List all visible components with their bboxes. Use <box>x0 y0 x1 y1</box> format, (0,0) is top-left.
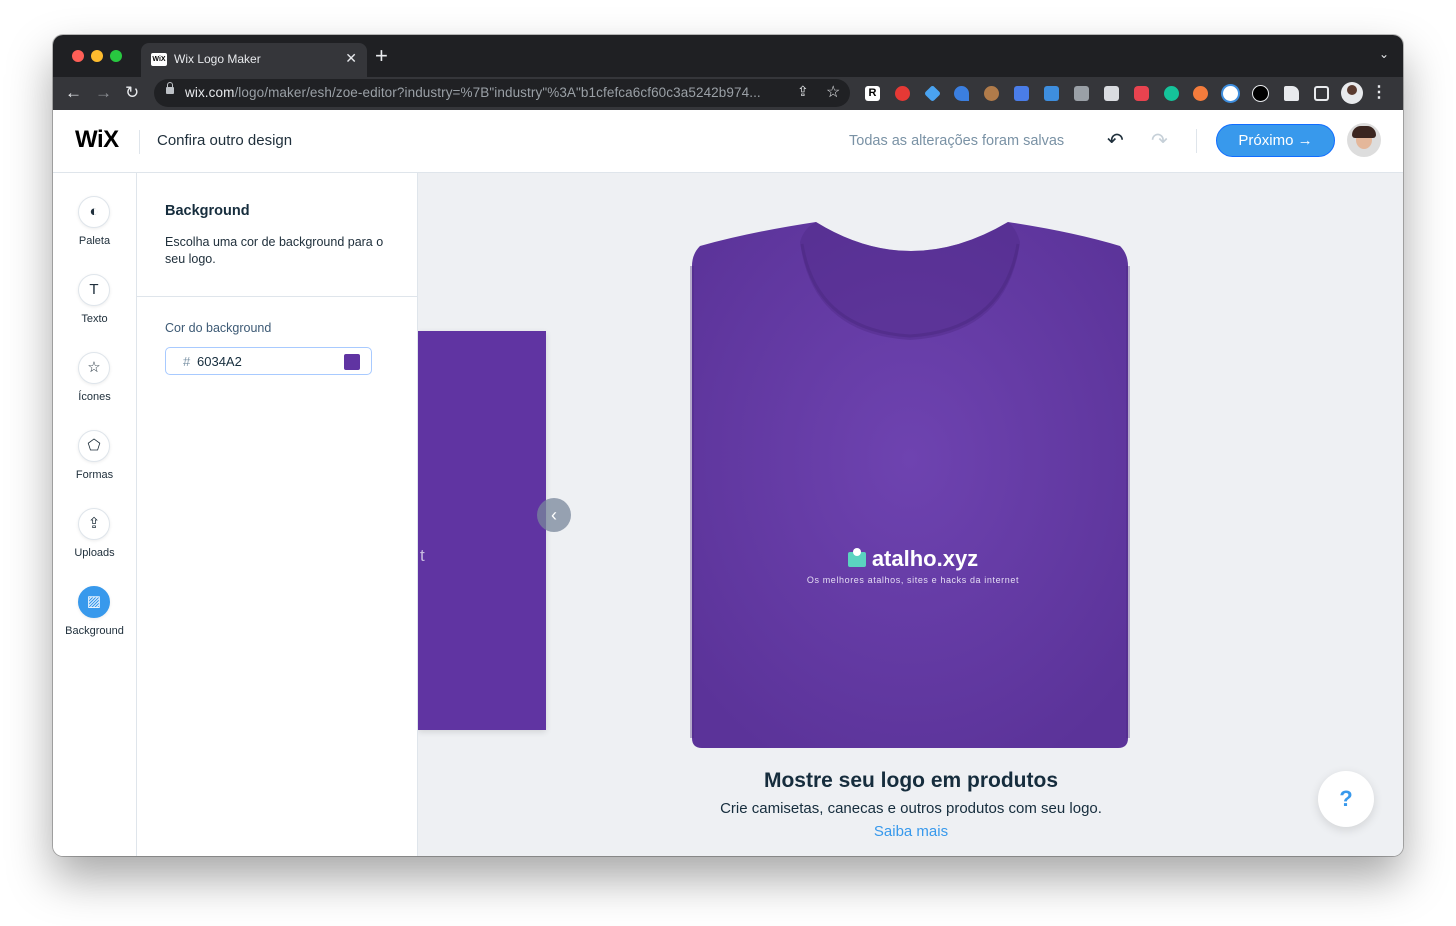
color-swatch[interactable] <box>344 354 360 370</box>
tab-close-icon[interactable]: ✕ <box>345 50 357 67</box>
download-extension-icon[interactable] <box>1044 86 1059 101</box>
sidebar-icon[interactable] <box>1314 86 1329 101</box>
editor-header: WiX Confira outro design Todas as altera… <box>53 110 1403 173</box>
shapes-icon: ⬠ <box>78 430 110 462</box>
logo-tagline: Os melhores atalhos, sites e hacks da in… <box>806 575 1020 585</box>
bookmark-star-icon[interactable]: ☆ <box>826 82 840 102</box>
logo-preview: atalho.xyz Os melhores atalhos, sites e … <box>788 546 1038 585</box>
logo-name: atalho.xyz <box>871 546 979 571</box>
new-tab-button[interactable]: + <box>375 43 388 69</box>
lock-icon <box>166 82 174 94</box>
m-extension-icon[interactable] <box>1074 86 1089 101</box>
rail-item-label: Texto <box>81 313 108 325</box>
block-extension-icon[interactable] <box>1253 86 1268 101</box>
wix-favicon-icon: WiX <box>151 53 167 66</box>
url-text[interactable]: wix.com/logo/maker/esh/zoe-editor?indust… <box>185 85 761 100</box>
rail-item-uploads[interactable]: ⇪ Uploads <box>53 508 136 578</box>
wifi-extension-icon[interactable] <box>954 86 969 101</box>
inbox-icon <box>847 547 866 567</box>
hex-value[interactable]: 6034A2 <box>197 354 242 369</box>
diamond-extension-icon[interactable] <box>924 85 941 102</box>
rail-item-label: Formas <box>75 469 114 481</box>
promo-text: Crie camisetas, canecas e outros produto… <box>720 800 1102 817</box>
tab-search-chevron-icon[interactable]: ⌄ <box>1379 47 1389 61</box>
preview-canvas: t ‹ atalho.xyz Os melhores atalhos, site… <box>418 173 1403 856</box>
rail-item-label: Background <box>65 625 124 637</box>
pocket-extension-icon[interactable] <box>1134 86 1149 101</box>
avatar-hair <box>1352 126 1376 138</box>
rail-item-background[interactable]: ▨ Background <box>53 586 136 656</box>
undo-icon[interactable]: ↶ <box>1107 128 1124 153</box>
wix-logo[interactable]: WiX <box>75 126 119 154</box>
browser-tab[interactable]: WiX Wix Logo Maker ✕ <box>141 43 367 77</box>
rail-item-paleta[interactable]: ◐ Paleta <box>53 196 136 266</box>
rail-item-icones[interactable]: ☆ Ícones <box>53 352 136 422</box>
profile-avatar[interactable] <box>1341 82 1363 104</box>
tab-strip: WiX Wix Logo Maker ✕ + ⌄ <box>53 35 1403 77</box>
browser-toolbar: ← → ↻ wix.com/logo/maker/esh/zoe-editor?… <box>53 77 1403 110</box>
header-title[interactable]: Confira outro design <box>157 132 292 149</box>
save-status: Todas as alterações foram salvas <box>849 133 1065 149</box>
palette-drop-icon: ◐ <box>78 196 110 228</box>
tshirt-mockup <box>690 222 1130 748</box>
learn-more-link[interactable]: Saiba mais <box>618 823 1204 840</box>
header-divider <box>1196 129 1197 153</box>
background-panel: Background Escolha uma cor de background… <box>137 173 418 856</box>
translate-extension-icon[interactable] <box>1014 86 1029 101</box>
pokeball-extension-icon[interactable] <box>895 86 910 101</box>
logo-row: atalho.xyz <box>847 546 979 572</box>
minimize-window-button[interactable] <box>91 50 103 62</box>
hash-prefix: # <box>183 354 191 369</box>
grammarly-extension-icon[interactable] <box>1164 86 1179 101</box>
panel-divider <box>137 296 417 297</box>
readwise-extension-icon[interactable]: R <box>865 86 880 101</box>
previous-mockup-card[interactable]: t <box>418 331 546 730</box>
user-avatar[interactable] <box>1347 123 1381 157</box>
tab-title: Wix Logo Maker <box>174 52 261 66</box>
promo-title: Mostre seu logo em produtos <box>763 769 1059 792</box>
rail-item-label: Paleta <box>78 235 111 247</box>
background-color-input[interactable]: # 6034A2 <box>165 347 372 375</box>
rail-item-label: Ícones <box>78 391 111 403</box>
back-button[interactable]: ← <box>65 81 82 105</box>
redo-icon[interactable]: ↷ <box>1151 128 1168 153</box>
puzzle-extensions-icon[interactable] <box>1284 86 1299 101</box>
ai-extension-icon[interactable] <box>1193 86 1208 101</box>
header-divider <box>139 130 140 154</box>
address-bar[interactable]: wix.com/logo/maker/esh/zoe-editor?indust… <box>154 79 850 107</box>
upload-icon: ⇪ <box>78 508 110 540</box>
previous-mockup-text: t <box>420 546 425 565</box>
menu-icon[interactable]: ⋮ <box>1371 82 1387 102</box>
tool-rail: ◐ Paleta T Texto ☆ Ícones ⬠ Formas ⇪ Upl… <box>53 173 137 856</box>
next-button[interactable]: Próximo → <box>1216 124 1335 157</box>
browser-window: WiX Wix Logo Maker ✕ + ⌄ ← → ↻ wix.com/l… <box>53 35 1403 856</box>
url-domain: wix.com <box>185 85 235 100</box>
help-button[interactable]: ? <box>1318 771 1374 827</box>
previous-arrow-button[interactable]: ‹ <box>537 498 571 532</box>
clock-extension-icon[interactable] <box>1223 86 1238 101</box>
monkey-extension-icon[interactable] <box>984 86 999 101</box>
color-field-label: Cor do background <box>165 321 272 335</box>
close-window-button[interactable] <box>72 50 84 62</box>
compose-extension-icon[interactable] <box>1104 86 1119 101</box>
rail-item-label: Uploads <box>74 547 115 559</box>
text-icon: T <box>78 274 110 306</box>
forward-button[interactable]: → <box>95 81 112 105</box>
url-path: /logo/maker/esh/zoe-editor?industry=%7B"… <box>234 85 761 100</box>
share-icon[interactable]: ⇪ <box>797 83 809 100</box>
panel-title: Background <box>165 203 250 219</box>
reload-button[interactable]: ↻ <box>125 81 139 105</box>
background-icon: ▨ <box>78 586 110 618</box>
maximize-window-button[interactable] <box>110 50 122 62</box>
star-icon: ☆ <box>78 352 110 384</box>
rail-item-texto[interactable]: T Texto <box>53 274 136 344</box>
panel-description: Escolha uma cor de background para o seu… <box>165 235 384 266</box>
rail-item-formas[interactable]: ⬠ Formas <box>53 430 136 500</box>
